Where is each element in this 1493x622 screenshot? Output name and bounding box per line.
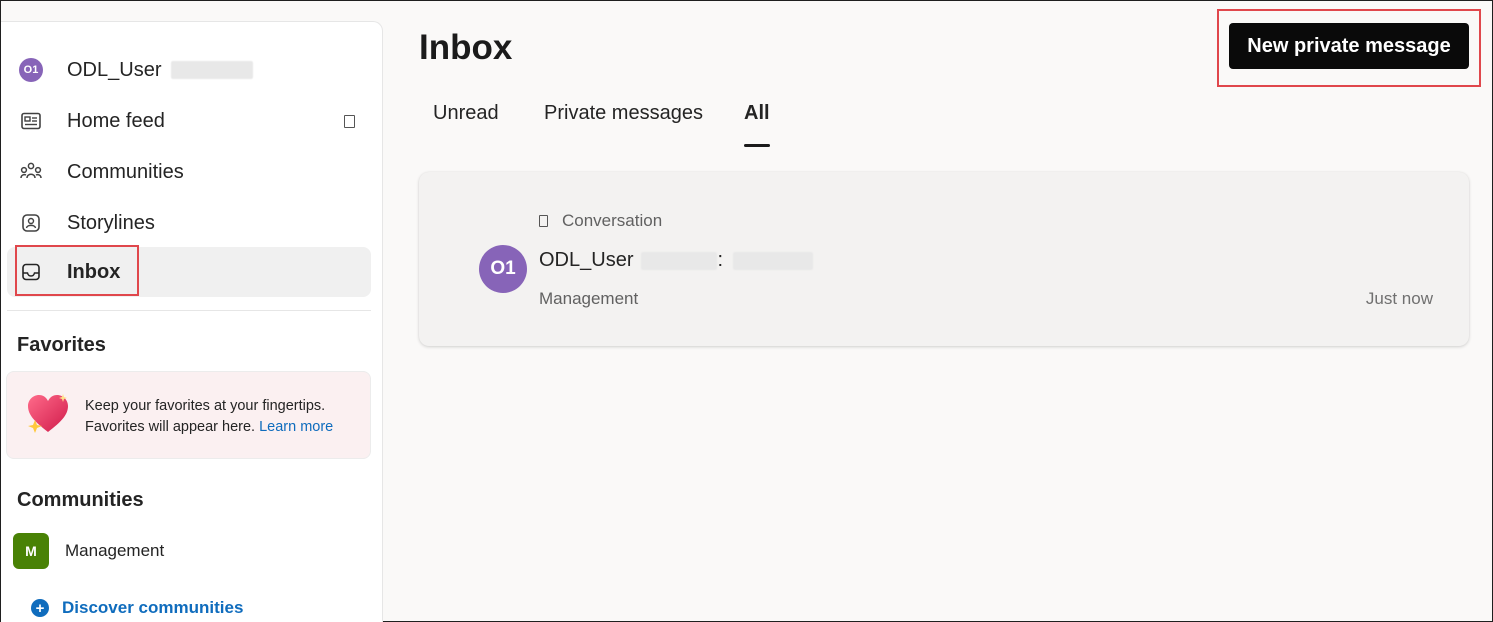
user-name: ODL_User xyxy=(67,58,162,81)
sidebar-item-communities[interactable]: Communities xyxy=(7,147,371,197)
community-badge: M xyxy=(13,533,49,569)
active-tab-indicator xyxy=(744,144,770,147)
sidebar-item-label: Communities xyxy=(67,160,184,183)
conversation-card[interactable]: Conversation O1 ODL_User : Management Ju… xyxy=(419,172,1469,346)
conversation-timestamp: Just now xyxy=(1365,289,1433,308)
redacted-message-preview xyxy=(733,251,814,270)
sidebar-item-label: Home feed xyxy=(67,109,165,132)
discover-communities-label: Discover communities xyxy=(62,598,244,617)
tab-unread[interactable]: Unread xyxy=(433,102,499,125)
conversation-community: Management xyxy=(539,289,639,308)
conversation-icon xyxy=(539,215,548,227)
page-title: Inbox xyxy=(419,28,513,67)
heart-icon xyxy=(25,392,71,441)
sidebar-item-profile[interactable]: O1 ODL_User xyxy=(7,45,371,95)
communities-heading: Communities xyxy=(17,489,144,511)
redacted-sender-id xyxy=(641,251,718,270)
new-private-message-button[interactable]: New private message xyxy=(1229,23,1469,69)
community-item-management[interactable]: M Management xyxy=(13,532,164,570)
tab-all[interactable]: All xyxy=(744,102,770,125)
sidebar: O1 ODL_User Home feed Communities Storyl… xyxy=(1,21,383,622)
sidebar-item-home-feed[interactable]: Home feed xyxy=(7,96,371,146)
sidebar-item-label: Storylines xyxy=(67,211,155,234)
favorites-message-line1: Keep your favorites at your fingertips. xyxy=(85,398,326,414)
communities-icon xyxy=(19,160,43,184)
community-name: Management xyxy=(65,541,165,560)
sidebar-item-storylines[interactable]: Storylines xyxy=(7,198,371,248)
sidebar-divider xyxy=(7,310,371,311)
open-in-new-icon[interactable] xyxy=(344,114,355,128)
sender-name: ODL_User xyxy=(539,249,634,271)
sidebar-item-label: Inbox xyxy=(67,260,121,283)
sidebar-item-inbox[interactable]: Inbox xyxy=(7,247,371,297)
favorites-heading: Favorites xyxy=(17,334,106,356)
discover-communities-link[interactable]: + Discover communities xyxy=(31,598,243,618)
sender-avatar: O1 xyxy=(479,245,527,293)
storylines-icon xyxy=(19,211,43,235)
conversation-kind: Conversation xyxy=(562,211,663,230)
favorites-empty-card: Keep your favorites at your fingertips. … xyxy=(6,371,371,459)
favorites-message-line2: Favorites will appear here. xyxy=(85,419,256,435)
user-avatar: O1 xyxy=(19,58,43,82)
learn-more-link[interactable]: Learn more xyxy=(259,419,333,435)
tab-private-messages[interactable]: Private messages xyxy=(544,102,703,125)
home-feed-icon xyxy=(19,109,43,133)
add-circle-icon: + xyxy=(31,599,49,617)
redacted-user-id xyxy=(171,61,254,80)
inbox-icon xyxy=(19,260,43,284)
app-root: O1 ODL_User Home feed Communities Storyl… xyxy=(1,1,1492,622)
sender-separator: : xyxy=(717,249,724,271)
